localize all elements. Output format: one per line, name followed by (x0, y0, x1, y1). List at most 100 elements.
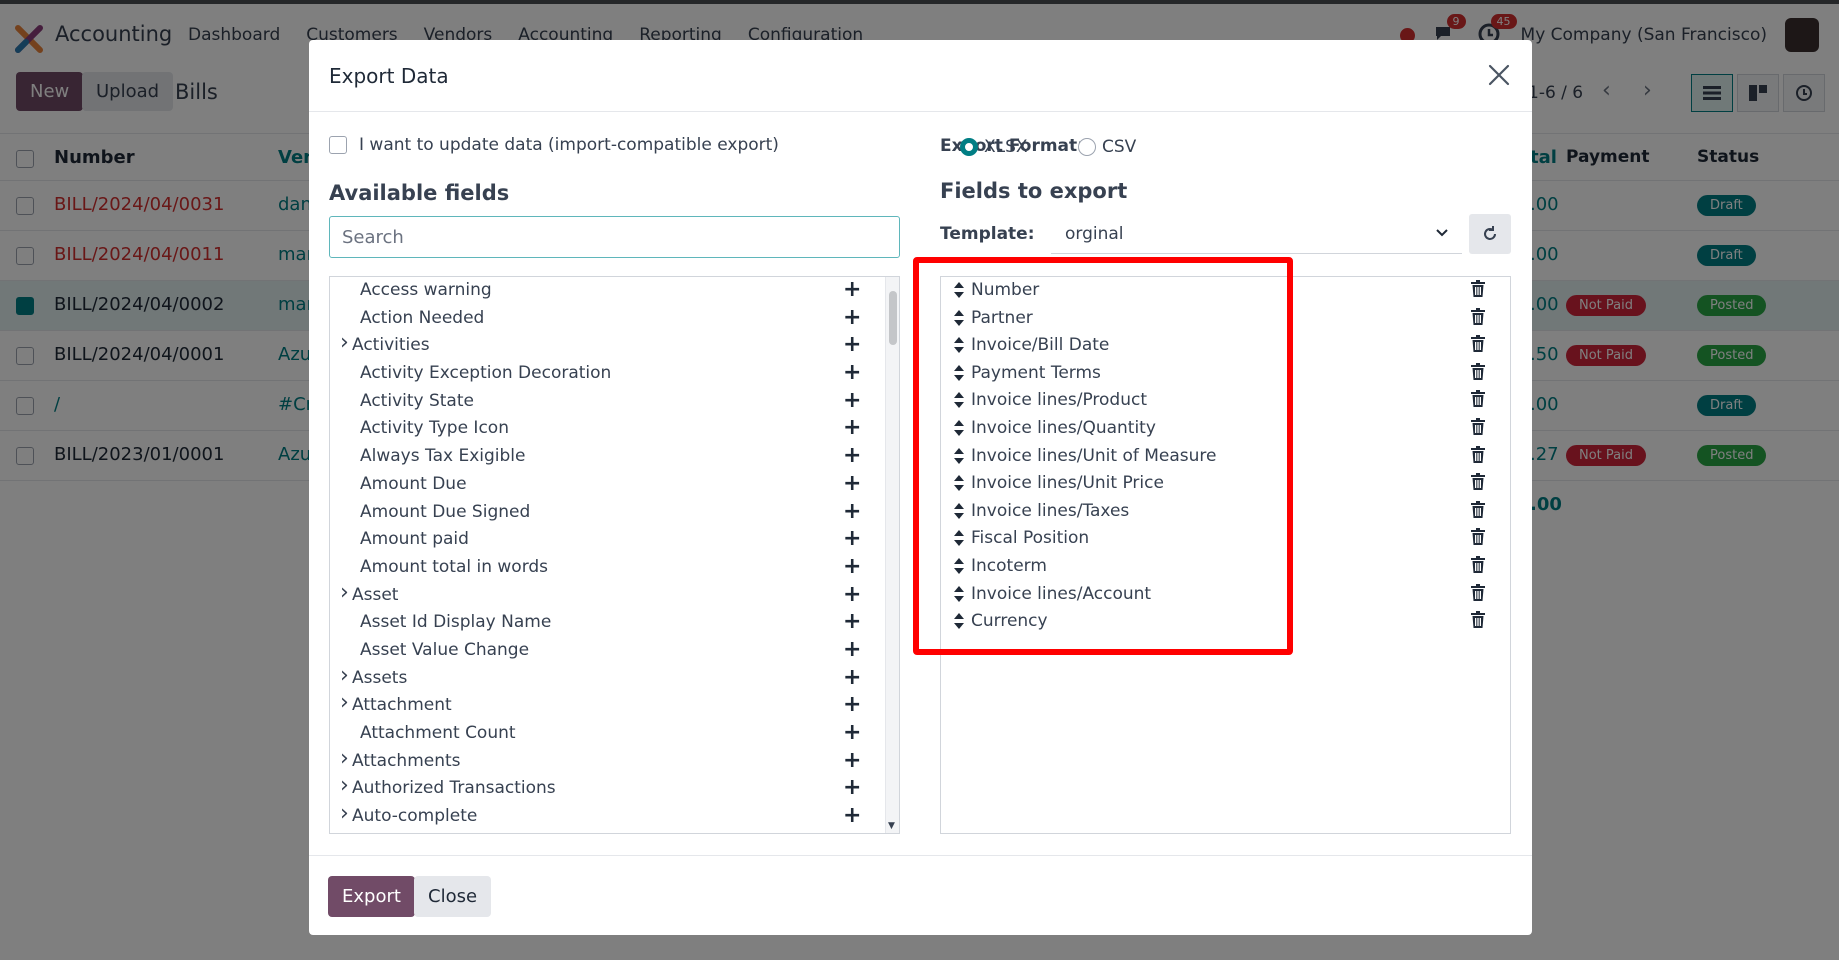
available-field-row[interactable]: Amount Due + (330, 471, 899, 499)
available-field-label[interactable]: Action Needed (360, 308, 484, 328)
add-field-icon[interactable]: + (843, 609, 861, 634)
chevron-right-icon[interactable]: › (340, 690, 349, 715)
available-field-label[interactable]: Asset (352, 585, 398, 605)
available-field-row[interactable]: Access warning + (330, 277, 899, 305)
scroll-down-icon[interactable]: ▼ (888, 821, 895, 831)
available-field-label[interactable]: Attachments (352, 751, 461, 771)
available-field-row[interactable]: Action Needed + (330, 305, 899, 333)
chevron-right-icon[interactable]: › (340, 746, 349, 771)
chevron-right-icon[interactable]: › (340, 580, 349, 605)
csv-radio[interactable] (1078, 138, 1096, 156)
trash-icon[interactable] (1471, 390, 1485, 408)
available-field-label[interactable]: Always Tax Exigible (360, 446, 525, 466)
xlsx-radio[interactable] (960, 138, 978, 156)
add-field-icon[interactable]: + (843, 360, 861, 385)
available-field-label[interactable]: Amount Due Signed (360, 502, 530, 522)
trash-icon[interactable] (1471, 473, 1485, 491)
trash-icon[interactable] (1471, 555, 1485, 573)
trash-icon[interactable] (1471, 528, 1485, 546)
available-field-label[interactable]: Activity State (360, 391, 474, 411)
add-field-icon[interactable]: + (843, 692, 861, 717)
available-field-label[interactable]: Attachment Count (360, 723, 516, 743)
available-field-label[interactable]: Asset Id Display Name (360, 612, 551, 632)
trash-icon[interactable] (1471, 335, 1485, 353)
available-field-row[interactable]: Always Tax Exigible + (330, 443, 899, 471)
add-field-icon[interactable]: + (843, 775, 861, 800)
add-field-icon[interactable]: + (843, 471, 861, 496)
available-field-row[interactable]: Activity State + (330, 388, 899, 416)
add-field-icon[interactable]: + (843, 499, 861, 524)
reset-template-button[interactable] (1469, 214, 1511, 254)
dialog-footer: Export Close (309, 855, 1532, 935)
available-field-label[interactable]: Attachment (352, 695, 452, 715)
available-field-row[interactable]: › Authorized Transactions + (330, 773, 899, 803)
import-compatible-option[interactable]: I want to update data (import-compatible… (329, 135, 779, 155)
scrollbar[interactable]: ▼ (885, 277, 899, 833)
available-field-row[interactable]: › Attachment + (330, 690, 899, 720)
add-field-icon[interactable]: + (843, 665, 861, 690)
search-input[interactable] (329, 216, 900, 258)
add-field-icon[interactable]: + (843, 637, 861, 662)
available-field-label[interactable]: Asset Value Change (360, 640, 529, 660)
available-field-label[interactable]: Amount Due (360, 474, 467, 494)
available-field-label[interactable]: Amount paid (360, 529, 469, 549)
available-field-row[interactable]: Amount paid + (330, 526, 899, 554)
available-field-label[interactable]: Auto-complete (352, 806, 477, 826)
dialog-title: Export Data (329, 64, 449, 88)
trash-icon[interactable] (1471, 611, 1485, 629)
add-field-icon[interactable]: + (843, 803, 861, 828)
available-field-label[interactable]: Activity Exception Decoration (360, 363, 611, 383)
available-field-row[interactable]: › Auto-complete + (330, 801, 899, 831)
scrollbar-thumb[interactable] (889, 291, 897, 345)
available-field-row[interactable]: Amount Due Signed + (330, 499, 899, 527)
available-field-label[interactable]: Activity Type Icon (360, 418, 509, 438)
available-field-label[interactable]: Amount total in words (360, 557, 548, 577)
add-field-icon[interactable]: + (843, 388, 861, 413)
available-field-row[interactable]: Activity Exception Decoration + (330, 360, 899, 388)
available-field-row[interactable]: › Activities + (330, 330, 899, 360)
add-field-icon[interactable]: + (843, 582, 861, 607)
close-icon[interactable] (1486, 62, 1512, 88)
available-field-row[interactable]: Amount total in words + (330, 554, 899, 582)
format-csv-option[interactable]: CSV (1078, 137, 1136, 157)
format-xlsx-option[interactable]: XLSX (960, 137, 1028, 157)
available-field-row[interactable]: › Assets + (330, 663, 899, 693)
chevron-right-icon[interactable]: › (340, 773, 349, 798)
add-field-icon[interactable]: + (843, 332, 861, 357)
trash-icon[interactable] (1471, 445, 1485, 463)
xlsx-label[interactable]: XLSX (984, 137, 1028, 157)
available-field-row[interactable]: Asset Value Change + (330, 637, 899, 665)
available-field-row[interactable]: Asset Id Display Name + (330, 609, 899, 637)
chevron-right-icon[interactable]: › (340, 663, 349, 688)
chevron-right-icon[interactable]: › (340, 801, 349, 826)
available-field-label[interactable]: Authorized Transactions (352, 778, 556, 798)
close-button[interactable]: Close (414, 876, 492, 917)
add-field-icon[interactable]: + (843, 305, 861, 330)
import-compatible-label[interactable]: I want to update data (import-compatible… (359, 135, 779, 155)
available-field-label[interactable]: Access warning (360, 280, 492, 300)
add-field-icon[interactable]: + (843, 748, 861, 773)
import-compatible-checkbox[interactable] (329, 136, 347, 154)
trash-icon[interactable] (1471, 500, 1485, 518)
add-field-icon[interactable]: + (843, 443, 861, 468)
available-field-row[interactable]: Attachment Count + (330, 720, 899, 748)
available-field-row[interactable]: › Attachments + (330, 746, 899, 776)
trash-icon[interactable] (1471, 417, 1485, 435)
add-field-icon[interactable]: + (843, 554, 861, 579)
trash-icon[interactable] (1471, 362, 1485, 380)
add-field-icon[interactable]: + (843, 277, 861, 302)
csv-label[interactable]: CSV (1102, 137, 1136, 157)
trash-icon[interactable] (1471, 307, 1485, 325)
available-field-row[interactable]: Activity Type Icon + (330, 415, 899, 443)
available-field-label[interactable]: Assets (352, 668, 407, 688)
export-button[interactable]: Export (328, 876, 415, 917)
available-field-row[interactable]: › Asset + (330, 580, 899, 610)
chevron-right-icon[interactable]: › (340, 330, 349, 355)
add-field-icon[interactable]: + (843, 720, 861, 745)
add-field-icon[interactable]: + (843, 415, 861, 440)
available-field-label[interactable]: Activities (352, 335, 430, 355)
trash-icon[interactable] (1471, 280, 1485, 297)
template-select[interactable]: orginal (1051, 214, 1462, 254)
add-field-icon[interactable]: + (843, 526, 861, 551)
trash-icon[interactable] (1471, 583, 1485, 601)
